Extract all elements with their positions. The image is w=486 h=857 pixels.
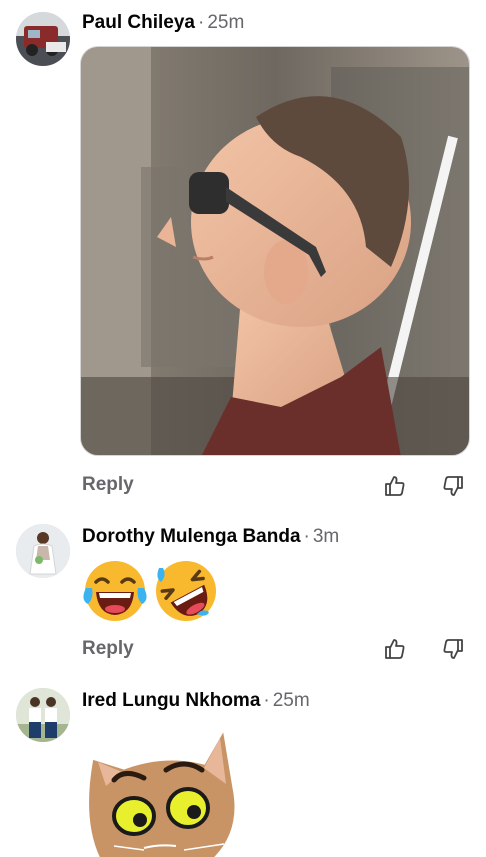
timestamp[interactable]: 25m [273, 690, 310, 711]
cat-sticker[interactable] [84, 728, 244, 857]
avatar[interactable] [16, 688, 70, 742]
comment-ired-lungu-nkhoma: Ired Lungu Nkhoma · 25m [0, 0, 486, 857]
author-name[interactable]: Ired Lungu Nkhoma [82, 690, 260, 711]
separator: · [263, 690, 270, 711]
comment-header: Ired Lungu Nkhoma · 25m [82, 690, 310, 712]
